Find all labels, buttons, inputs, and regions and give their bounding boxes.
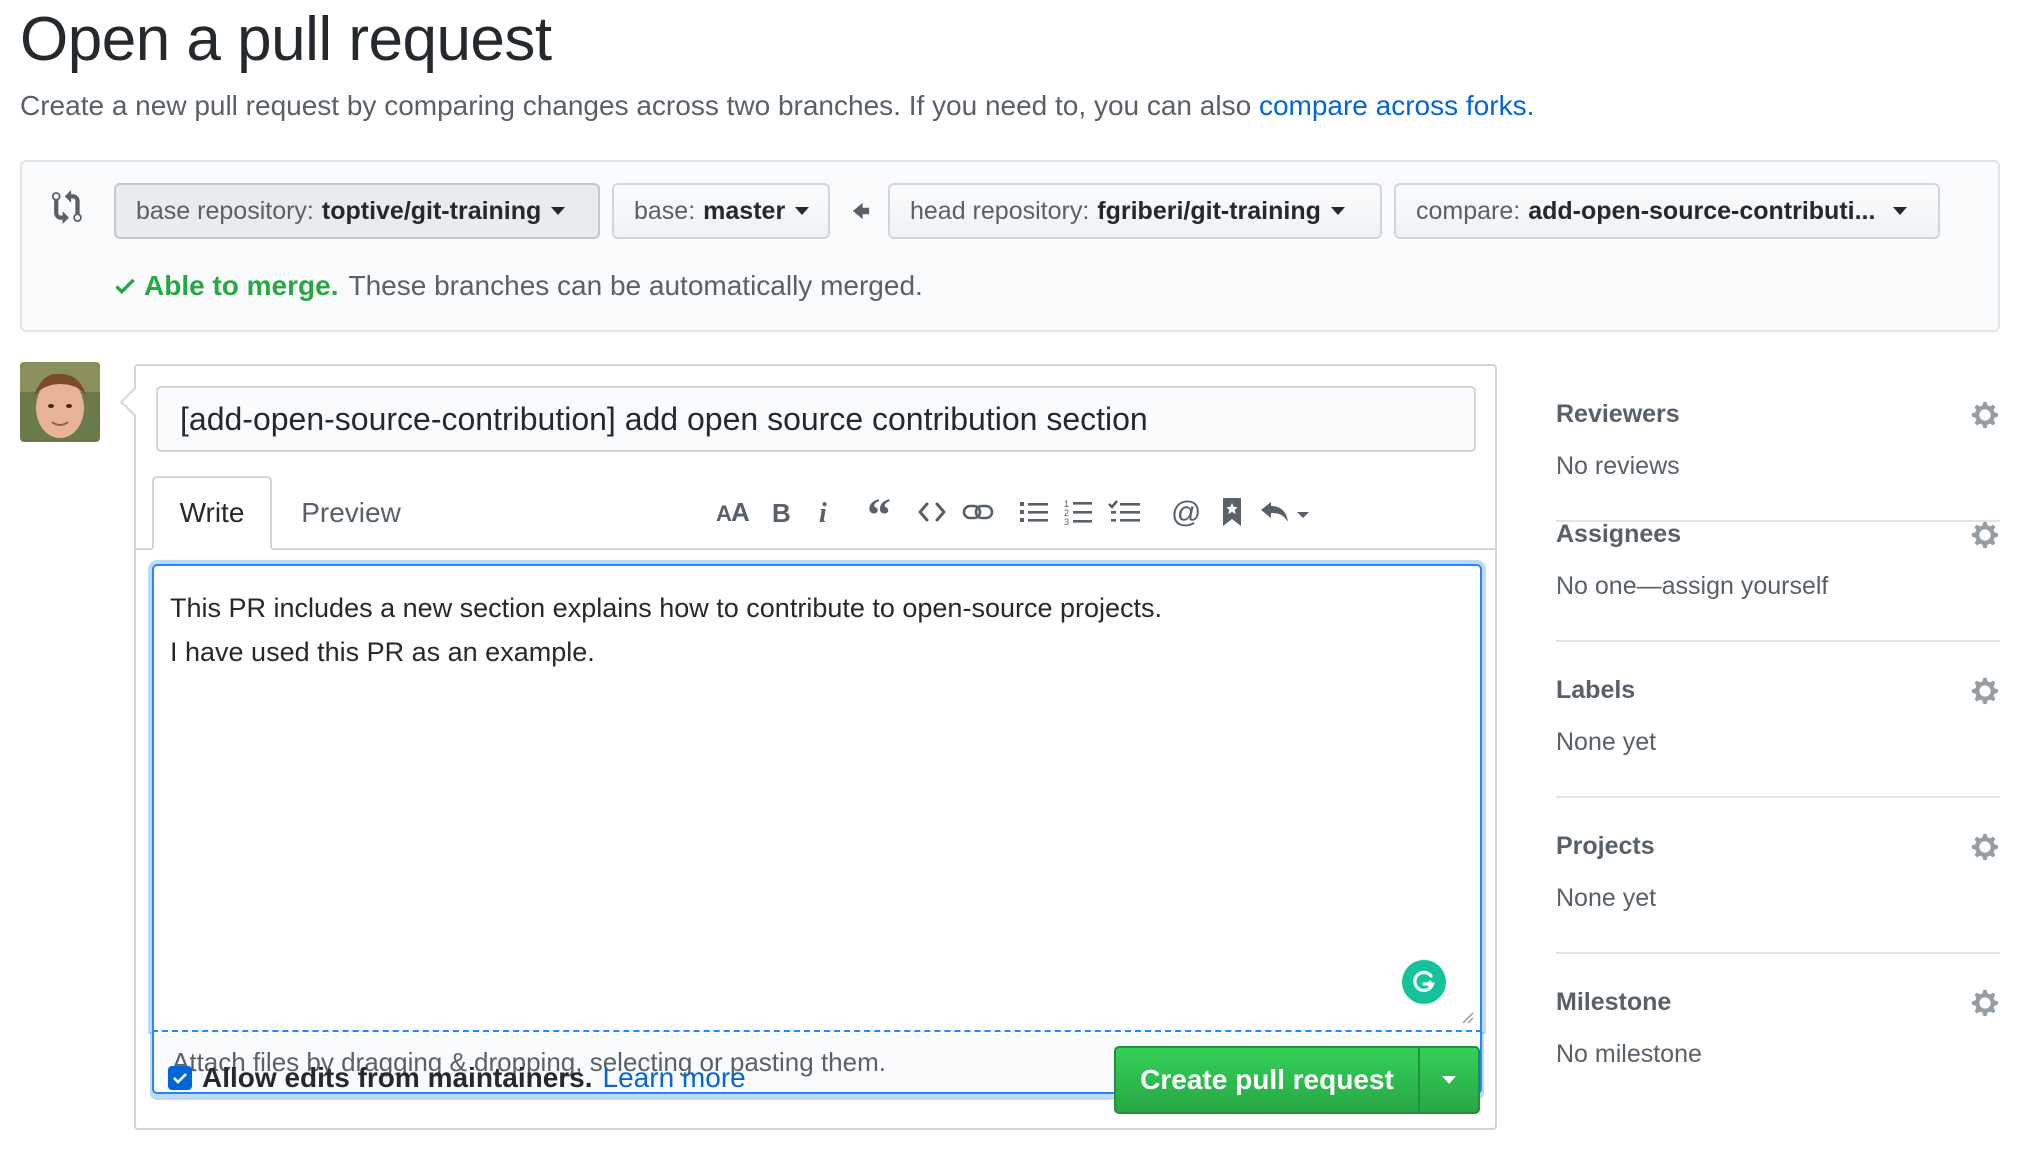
base-repository-label: base repository: [136,196,314,225]
pull-request-form: Write Preview AA B i “ 123 @ [134,364,1497,1130]
sidebar-value: None yet [1556,728,1657,756]
sidebar-section-projects: Projects None yet [1556,796,2000,954]
sidebar-section-labels: Labels None yet [1556,640,2000,798]
italic-icon[interactable]: i [810,494,840,530]
page-title: Open a pull request [20,5,552,74]
range-editor: base repository: toptive/git-training bas… [20,160,2000,332]
chevron-down-icon [1330,207,1345,215]
arrow-left-icon [852,202,870,220]
gear-icon[interactable] [1970,988,2000,1018]
head-repository-value: fgriberi/git-training [1097,196,1321,225]
svg-text:A: A [716,501,732,526]
svg-text:3: 3 [1064,517,1069,526]
head-repository-label: head repository: [910,196,1090,225]
create-options-dropdown[interactable] [1420,1048,1478,1112]
allow-edits-label: Allow edits from maintainers. [202,1062,593,1093]
avatar[interactable] [20,362,100,442]
text-size-icon[interactable]: AA [712,494,756,530]
base-branch-value: master [703,196,786,225]
editor-tabs-bar: Write Preview AA B i “ 123 @ [136,476,1495,550]
allow-edits-option: Allow edits from maintainers. Learn more [168,1062,746,1094]
grammarly-icon[interactable] [1402,960,1446,1004]
chevron-down-icon [1442,1076,1456,1084]
svg-text:i: i [819,498,827,527]
create-pull-request-button-group: Create pull request [1114,1046,1480,1114]
code-icon[interactable] [914,494,950,530]
chevron-down-icon [1893,207,1908,215]
link-icon[interactable] [958,494,998,530]
gear-icon[interactable] [1970,676,2000,706]
sidebar-heading[interactable]: Assignees [1556,520,1681,549]
chevron-down-icon [551,207,566,215]
gear-icon[interactable] [1970,520,2000,550]
pr-title-input[interactable] [156,386,1476,452]
sidebar-value: No reviews [1556,452,1680,480]
sidebar-heading[interactable]: Reviewers [1556,400,1680,429]
sidebar-section-assignees: Assignees No one—assign yourself [1556,484,2000,642]
sidebar-heading[interactable]: Milestone [1556,988,1671,1017]
base-repository-value: toptive/git-training [321,196,542,225]
mention-icon[interactable]: @ [1166,494,1206,530]
learn-more-link[interactable]: Learn more [603,1062,746,1094]
tab-preview[interactable]: Preview [286,476,416,550]
saved-reply-icon[interactable] [1214,494,1250,530]
gear-icon[interactable] [1970,400,2000,430]
chevron-down-icon [795,207,810,215]
sidebar-value: None yet [1556,884,1657,912]
allow-edits-checkbox[interactable] [168,1066,192,1090]
svg-text:“: “ [867,497,891,527]
pr-body-textarea[interactable]: This PR includes a new section explains … [152,564,1482,1030]
subtitle-text: Create a new pull request by comparing c… [20,90,1259,121]
sidebar-section-milestone: Milestone No milestone [1556,952,2000,1108]
compare-branch-value: add-open-source-contributi... [1528,196,1876,225]
sidebar-value[interactable]: No one—assign yourself [1556,572,1828,601]
pr-body-text: This PR includes a new section explains … [170,586,1162,674]
svg-text:@: @ [1171,496,1201,528]
base-branch-select[interactable]: base: master [612,183,830,239]
page-subtitle: Create a new pull request by comparing c… [20,90,1534,122]
resize-handle-icon[interactable] [1460,1010,1474,1024]
check-icon [173,1073,187,1084]
merge-ok-text: Able to merge. [144,270,339,301]
base-branch-label: base: [634,196,696,225]
tab-write[interactable]: Write [152,476,272,550]
svg-text:B: B [772,498,791,527]
sidebar-value: No milestone [1556,1040,1702,1068]
base-repository-select[interactable]: base repository: toptive/git-training [114,183,600,239]
task-list-icon[interactable] [1104,494,1144,530]
compare-branch-label: compare: [1416,196,1521,225]
pr-body-line: I have used this PR as an example. [170,637,595,667]
create-pull-request-button[interactable]: Create pull request [1116,1048,1420,1112]
pr-body-line: This PR includes a new section explains … [170,593,1163,623]
bulleted-list-icon[interactable] [1016,494,1052,530]
gear-icon[interactable] [1970,832,2000,862]
merge-status-text: These branches can be automatically merg… [348,270,923,301]
quote-icon[interactable]: “ [862,494,902,530]
bold-icon[interactable]: B [764,494,800,530]
head-repository-select[interactable]: head repository: fgriberi/git-training [888,183,1382,239]
avatar-image [20,362,100,442]
sidebar-heading[interactable]: Labels [1556,676,1635,705]
merge-status: Able to merge. These branches can be aut… [112,270,923,302]
numbered-list-icon[interactable]: 123 [1060,494,1096,530]
svg-text:A: A [731,497,750,527]
compare-branch-select[interactable]: compare: add-open-source-contributi... [1394,183,1940,239]
check-icon [115,278,135,295]
compare-across-forks-link[interactable]: compare across forks. [1259,90,1534,121]
compare-branches-icon [52,190,82,224]
reply-icon[interactable] [1256,494,1314,530]
sidebar-heading[interactable]: Projects [1556,832,1655,861]
